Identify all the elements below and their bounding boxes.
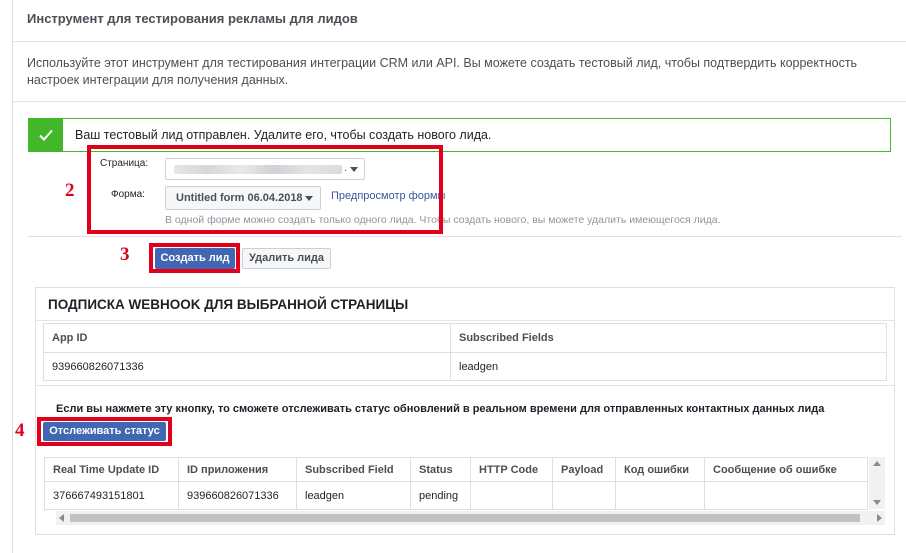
table-cell: 376667493151801 bbox=[44, 481, 179, 510]
step-number-4: 4 bbox=[15, 420, 25, 441]
page-title: Инструмент для тестирования рекламы для … bbox=[27, 11, 358, 26]
tracking-table: Real Time Update ID ID приложения Subscr… bbox=[44, 457, 868, 510]
create-lead-button[interactable]: Создать лид bbox=[155, 248, 235, 269]
table-cell: 939660826071336 bbox=[43, 352, 451, 381]
divider bbox=[13, 101, 906, 102]
lead-ads-testing-tool: Инструмент для тестирования рекламы для … bbox=[12, 0, 906, 553]
highlight-box-step-2 bbox=[87, 145, 443, 234]
table-cell: leadgen bbox=[450, 352, 887, 381]
table-header-row: App ID Subscribed Fields bbox=[43, 323, 887, 353]
table-cell bbox=[552, 481, 616, 510]
scroll-left-icon[interactable] bbox=[59, 514, 64, 522]
column-header: ID приложения bbox=[178, 457, 297, 482]
scroll-right-icon[interactable] bbox=[877, 514, 882, 522]
table-cell: leadgen bbox=[296, 481, 411, 510]
table-cell bbox=[704, 481, 868, 510]
divider bbox=[28, 236, 902, 237]
column-header: Сообщение об ошибке bbox=[704, 457, 868, 482]
column-header: Код ошибки bbox=[615, 457, 705, 482]
table-header-row: Real Time Update ID ID приложения Subscr… bbox=[44, 457, 868, 482]
table-cell bbox=[470, 481, 553, 510]
tool-header: Инструмент для тестирования рекламы для … bbox=[13, 0, 906, 42]
webhook-panel-title: ПОДПИСКА WEBHOOK ДЛЯ ВЫБРАННОЙ СТРАНИЦЫ bbox=[48, 297, 409, 312]
scrollbar-thumb[interactable] bbox=[70, 514, 860, 522]
check-icon bbox=[39, 129, 53, 141]
success-message: Ваш тестовый лид отправлен. Удалите его,… bbox=[75, 128, 492, 142]
column-header: Payload bbox=[552, 457, 616, 482]
step-number-2: 2 bbox=[65, 180, 75, 201]
scroll-down-icon[interactable] bbox=[873, 500, 881, 505]
divider bbox=[36, 320, 894, 321]
horizontal-scrollbar[interactable] bbox=[56, 511, 885, 525]
table-row: 376667493151801 939660826071336 leadgen … bbox=[44, 481, 868, 510]
column-header: Subscribed Fields bbox=[450, 323, 887, 353]
divider bbox=[36, 385, 894, 386]
track-status-note: Если вы нажмете эту кнопку, то сможете о… bbox=[56, 403, 825, 415]
column-header: Status bbox=[410, 457, 471, 482]
column-header: App ID bbox=[43, 323, 451, 353]
delete-lead-button[interactable]: Удалить лида bbox=[242, 248, 331, 269]
column-header: Real Time Update ID bbox=[44, 457, 179, 482]
table-cell bbox=[615, 481, 705, 510]
track-status-button[interactable]: Отслеживать статус bbox=[43, 422, 166, 441]
column-header: HTTP Code bbox=[470, 457, 553, 482]
webhook-table: App ID Subscribed Fields 939660826071336… bbox=[43, 323, 887, 381]
scroll-up-icon[interactable] bbox=[873, 461, 881, 466]
step-number-3: 3 bbox=[120, 244, 130, 265]
vertical-scrollbar[interactable] bbox=[869, 457, 885, 509]
column-header: Subscribed Field bbox=[296, 457, 411, 482]
success-check-box bbox=[29, 119, 63, 151]
table-cell: 939660826071336 bbox=[178, 481, 297, 510]
table-row: 939660826071336 leadgen bbox=[43, 352, 887, 381]
table-cell: pending bbox=[410, 481, 471, 510]
tool-description: Используйте этот инструмент для тестиров… bbox=[27, 56, 858, 87]
